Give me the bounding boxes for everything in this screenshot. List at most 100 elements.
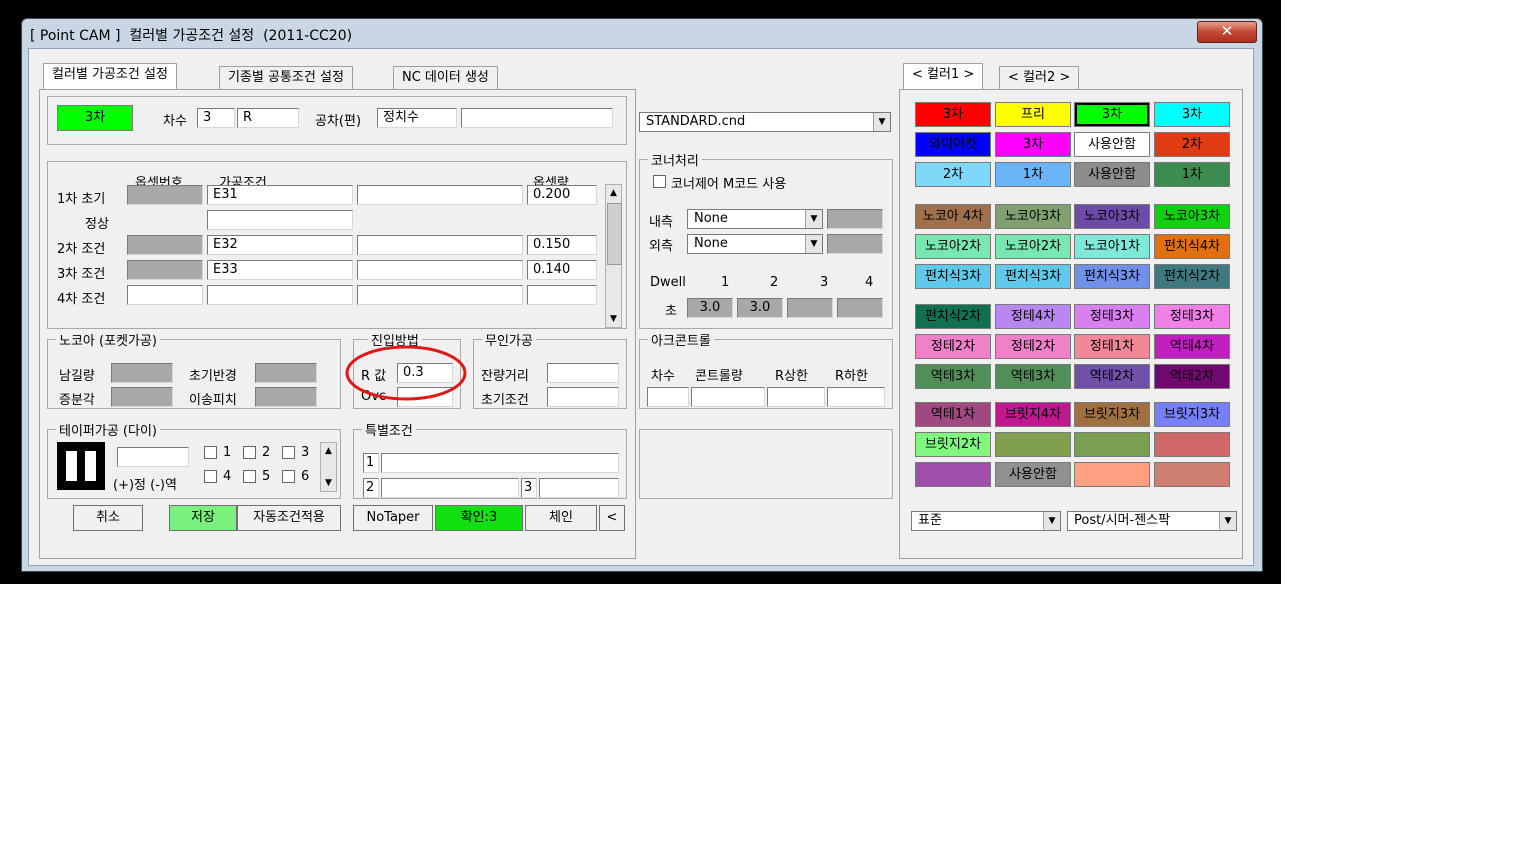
tab-nc-data[interactable]: NC 데이터 생성 xyxy=(393,66,498,89)
dwell-field-3[interactable] xyxy=(787,298,833,318)
color-swatch[interactable]: 3차 xyxy=(1154,102,1230,127)
tab-color1[interactable]: < 컬러1 > xyxy=(903,63,984,89)
color-swatch[interactable]: 역테3차 xyxy=(995,364,1071,389)
color-swatch[interactable]: 펀치식4차 xyxy=(1154,234,1230,259)
special-field-3[interactable] xyxy=(539,478,619,498)
tab-color-conditions[interactable]: 컬러별 가공조건 설정 xyxy=(43,63,177,89)
color-swatch[interactable]: 역테3차 xyxy=(915,364,991,389)
r-field[interactable]: R xyxy=(237,108,299,128)
no-taper-button[interactable]: NoTaper xyxy=(353,505,433,531)
scroll-down-icon[interactable]: ▼ xyxy=(606,311,621,327)
offset-field[interactable]: 0.200 xyxy=(527,185,597,205)
arc-rmin-field[interactable] xyxy=(827,387,885,407)
color-swatch[interactable]: 사용안함 xyxy=(995,462,1071,487)
special-field-2[interactable] xyxy=(381,478,519,498)
color-swatch[interactable]: 펀치식2차 xyxy=(1154,264,1230,289)
color-swatch[interactable]: 브릿지3차 xyxy=(1154,402,1230,427)
arc-order-field[interactable] xyxy=(647,387,689,407)
condition-extra-field[interactable] xyxy=(357,285,523,305)
inner-select[interactable]: None ▼ xyxy=(687,209,823,229)
color-swatch[interactable]: 노코아3차 xyxy=(995,204,1071,229)
taper-check-3[interactable] xyxy=(282,446,295,459)
taper-check-6[interactable] xyxy=(282,470,295,483)
taper-check-2[interactable] xyxy=(243,446,256,459)
condition-field[interactable] xyxy=(207,285,353,305)
color-swatch[interactable]: 노코아1차 xyxy=(1074,234,1150,259)
color-swatch[interactable]: 노코아 4차 xyxy=(915,204,991,229)
offset-field[interactable] xyxy=(527,285,597,305)
color-swatch[interactable] xyxy=(915,462,991,487)
scroll-up-icon[interactable]: ▲ xyxy=(606,185,621,201)
tab-color2[interactable]: < 컬러2 > xyxy=(999,66,1080,89)
color-swatch[interactable]: 3차 xyxy=(995,132,1071,157)
color-swatch[interactable]: 2차 xyxy=(915,162,991,187)
init-cond-field[interactable] xyxy=(547,387,619,407)
confirm-button[interactable]: 확인:3 xyxy=(435,505,523,531)
post-select[interactable]: Post/시머-젠스팍 ▼ xyxy=(1067,511,1237,531)
scroll-down-icon[interactable]: ▼ xyxy=(321,475,336,491)
color-swatch[interactable]: 펀치식3차 xyxy=(995,264,1071,289)
color-swatch[interactable]: 역테2차 xyxy=(1074,364,1150,389)
color-swatch[interactable] xyxy=(995,432,1071,457)
color-swatch[interactable]: 펀치식3차 xyxy=(1074,264,1150,289)
color-swatch[interactable] xyxy=(1074,462,1150,487)
color-swatch[interactable]: 정테2차 xyxy=(915,334,991,359)
offset-no-field[interactable] xyxy=(127,235,203,255)
offset-no-field[interactable] xyxy=(127,185,203,205)
conditions-scrollbar[interactable]: ▲ ▼ xyxy=(605,184,622,328)
condition-field[interactable]: E33 xyxy=(207,260,353,280)
color-swatch[interactable]: 1차 xyxy=(995,162,1071,187)
tolerance-extra-field[interactable] xyxy=(461,108,613,128)
move-pitch-field[interactable] xyxy=(255,387,317,407)
step-angle-field[interactable] xyxy=(111,387,173,407)
chevron-down-icon[interactable]: ▼ xyxy=(805,235,822,253)
color-swatch[interactable]: 3차 xyxy=(915,102,991,127)
color-swatch[interactable]: 2차 xyxy=(1154,132,1230,157)
color-swatch[interactable]: 정테1차 xyxy=(1074,334,1150,359)
color-swatch[interactable]: 노코아3차 xyxy=(1154,204,1230,229)
chain-button[interactable]: 체인 xyxy=(525,505,597,531)
color-swatch[interactable]: 와이어컷 xyxy=(915,132,991,157)
chevron-down-icon[interactable]: ▼ xyxy=(1043,512,1060,530)
corner-mcode-checkbox[interactable] xyxy=(653,175,666,188)
inner-extra-field[interactable] xyxy=(827,209,883,229)
cnd-file-select[interactable]: STANDARD.cnd ▼ xyxy=(639,112,891,132)
remain-field[interactable] xyxy=(111,363,173,383)
cancel-button[interactable]: 취소 xyxy=(73,505,143,531)
color-swatch[interactable]: 1차 xyxy=(1154,162,1230,187)
close-button[interactable]: ✕ xyxy=(1197,21,1257,43)
selected-color-swatch[interactable]: 3차 xyxy=(57,105,133,131)
color-swatch[interactable]: 역테2차 xyxy=(1154,364,1230,389)
offset-field[interactable]: 0.140 xyxy=(527,260,597,280)
outer-select[interactable]: None ▼ xyxy=(687,234,823,254)
color-swatch[interactable]: 3차 xyxy=(1074,102,1150,127)
color-swatch[interactable]: 브릿지3차 xyxy=(1074,402,1150,427)
scroll-up-icon[interactable]: ▲ xyxy=(321,443,336,459)
chevron-down-icon[interactable]: ▼ xyxy=(873,113,890,131)
init-reflect-field[interactable] xyxy=(255,363,317,383)
taper-check-5[interactable] xyxy=(243,470,256,483)
offset-field[interactable]: 0.150 xyxy=(527,235,597,255)
taper-die-icon[interactable] xyxy=(57,442,105,490)
color-swatch[interactable]: 노코아2차 xyxy=(995,234,1071,259)
color-swatch[interactable]: 노코아2차 xyxy=(915,234,991,259)
auto-apply-button[interactable]: 자동조건적용 xyxy=(237,505,341,531)
order-field[interactable]: 3 xyxy=(197,108,235,128)
offset-no-field[interactable] xyxy=(127,285,203,305)
special-field-1[interactable] xyxy=(381,453,619,473)
color-swatch[interactable] xyxy=(1154,432,1230,457)
color-swatch[interactable]: 펀치식3차 xyxy=(915,264,991,289)
condition-field[interactable]: E32 xyxy=(207,235,353,255)
taper-check-4[interactable] xyxy=(204,470,217,483)
condition-extra-field[interactable] xyxy=(357,260,523,280)
color-swatch[interactable]: 정테3차 xyxy=(1154,304,1230,329)
arc-amount-field[interactable] xyxy=(691,387,765,407)
condition-field[interactable] xyxy=(207,210,353,230)
color-swatch[interactable]: 브릿지4차 xyxy=(995,402,1071,427)
dwell-field-1[interactable]: 3.0 xyxy=(687,298,733,318)
color-swatch[interactable]: 사용안함 xyxy=(1074,162,1150,187)
dwell-field-4[interactable] xyxy=(837,298,883,318)
condition-extra-field[interactable] xyxy=(357,185,523,205)
outer-extra-field[interactable] xyxy=(827,234,883,254)
dwell-field-2[interactable]: 3.0 xyxy=(737,298,783,318)
